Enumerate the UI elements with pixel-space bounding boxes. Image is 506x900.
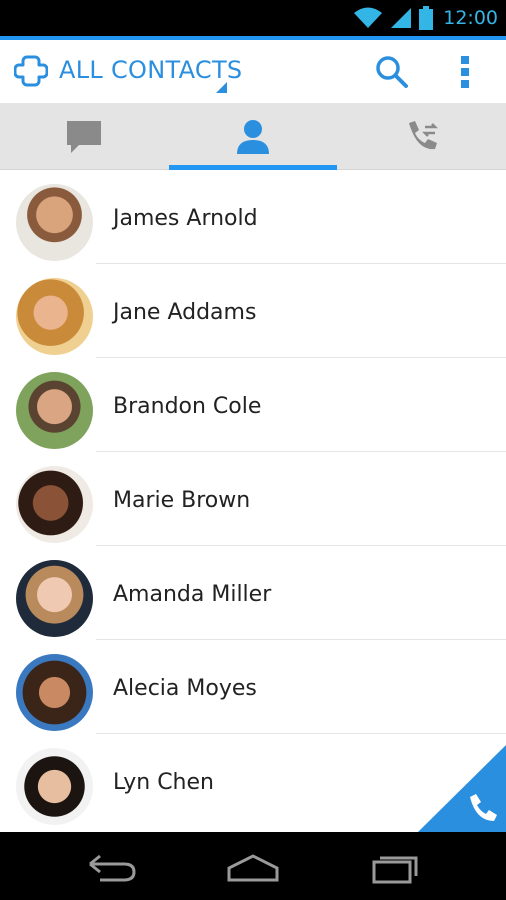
app-bar: ALL CONTACTS <box>0 36 506 103</box>
dropdown-caret-icon[interactable] <box>216 82 227 93</box>
avatar <box>16 654 93 731</box>
avatar <box>16 748 93 825</box>
phone-transfer-icon <box>409 120 439 149</box>
contacts-filter-title[interactable]: ALL CONTACTS <box>59 56 242 84</box>
search-icon[interactable] <box>374 54 410 90</box>
avatar <box>16 372 93 449</box>
tab-contacts[interactable] <box>169 103 337 170</box>
contact-row[interactable]: James Arnold <box>0 170 506 264</box>
battery-icon <box>419 6 434 30</box>
status-time: 12:00 <box>443 7 498 29</box>
contact-row[interactable]: Brandon Cole <box>0 358 506 452</box>
avatar <box>16 184 93 261</box>
contact-name: Jane Addams <box>113 300 257 325</box>
contact-name: Lyn Chen <box>113 770 214 795</box>
contact-row[interactable]: Jane Addams <box>0 264 506 358</box>
contact-name: Brandon Cole <box>113 394 262 419</box>
avatar <box>16 278 93 355</box>
system-nav-bar <box>0 832 506 900</box>
contact-name: Alecia Moyes <box>113 676 257 701</box>
contact-row[interactable]: Alecia Moyes <box>0 640 506 734</box>
signal-icon <box>391 8 412 28</box>
contact-name: James Arnold <box>113 206 258 231</box>
contact-row[interactable]: Amanda Miller <box>0 546 506 640</box>
contact-name: Marie Brown <box>113 488 251 513</box>
app-logo-icon[interactable] <box>14 54 48 88</box>
call-fab-button[interactable] <box>418 745 506 832</box>
back-icon[interactable] <box>82 850 142 886</box>
avatar <box>16 466 93 543</box>
person-icon <box>237 119 269 154</box>
avatar <box>16 560 93 637</box>
contact-row[interactable]: Marie Brown <box>0 452 506 546</box>
wifi-icon <box>354 7 383 28</box>
recents-icon[interactable] <box>364 850 424 886</box>
contact-list: James Arnold Jane Addams Brandon Cole Ma… <box>0 170 506 832</box>
tab-call-log[interactable] <box>338 103 506 170</box>
overflow-menu-icon[interactable] <box>455 54 475 90</box>
status-bar: 12:00 <box>0 0 506 36</box>
home-icon[interactable] <box>223 850 283 886</box>
tab-bar <box>0 103 506 170</box>
contact-name: Amanda Miller <box>113 582 272 607</box>
tab-messages[interactable] <box>0 103 168 170</box>
chat-bubble-icon <box>67 120 101 153</box>
